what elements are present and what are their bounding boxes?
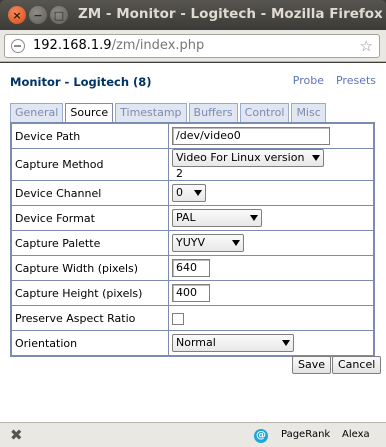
table-row: Orientation Normal [11,330,374,356]
table-row: Device Path /dev/video0 [11,123,374,149]
preserve-aspect-label: Preserve Aspect Ratio [11,305,169,331]
window-controls: × − □ [8,6,68,24]
chevron-down-icon [194,190,202,196]
capture-method-select[interactable]: Video For Linux version 2 [172,149,324,180]
tab-buffers[interactable]: Buffers [188,103,238,122]
window-title: ZM - Monitor - Logitech - Mozilla Firefo… [78,6,383,22]
url-input[interactable]: 192.168.1.9/zm/index.php ☆ [4,34,380,58]
chevron-down-icon [312,155,320,161]
table-row: Device Format PAL [11,205,374,231]
capture-width-label: Capture Width (pixels) [11,255,169,281]
window-close-button[interactable]: × [8,6,26,24]
preserve-aspect-cell [168,305,374,331]
page-content: Monitor - Logitech (8) Probe Presets Gen… [0,63,386,422]
orientation-label: Orientation [11,330,169,356]
chevron-down-icon [282,340,290,346]
tab-control[interactable]: Control [239,103,290,122]
capture-palette-label: Capture Palette [11,230,169,256]
pagerank-label[interactable]: PageRank [281,429,330,440]
capture-width-cell: 640 [168,255,374,281]
device-format-value: PAL [176,211,196,224]
capture-palette-value: YUYV [176,236,206,249]
window-minimize-button[interactable]: − [29,6,47,24]
table-row: Capture Palette YUYV [11,230,374,256]
capture-height-cell: 400 [168,280,374,306]
navigation-toolbar: 192.168.1.9/zm/index.php ☆ [0,30,386,62]
table-row: Device Channel 0 [11,180,374,206]
capture-method-label: Capture Method [11,148,169,181]
cancel-button[interactable]: Cancel [332,356,382,374]
device-channel-value: 0 [176,186,183,199]
window-maximize-button[interactable]: □ [50,6,68,24]
table-row: Capture Height (pixels) 400 [11,280,374,306]
tab-general[interactable]: General [10,103,64,122]
device-path-label: Device Path [11,123,169,149]
capture-height-input[interactable]: 400 [172,284,210,302]
alexa-label[interactable]: Alexa [342,429,370,440]
url-path: /zm/index.php [111,38,205,53]
device-format-select[interactable]: PAL [172,209,262,227]
capture-width-input[interactable]: 640 [172,259,210,277]
capture-height-label: Capture Height (pixels) [11,280,169,306]
close-icon[interactable]: ✖ [10,426,23,444]
capture-method-value: Video For Linux version 2 [176,151,305,180]
source-settings-form: Device Path /dev/video0 Capture Method V… [10,122,375,357]
device-format-label: Device Format [11,205,169,231]
tab-misc[interactable]: Misc [291,103,326,122]
preserve-aspect-checkbox[interactable] [172,312,184,325]
chevron-down-icon [250,215,258,221]
orientation-value: Normal [176,336,216,349]
globe-icon [11,39,25,53]
device-channel-label: Device Channel [11,180,169,206]
probe-link[interactable]: Probe [293,74,324,87]
top-links: Probe Presets [293,74,376,87]
orientation-cell: Normal [168,330,374,356]
tab-source[interactable]: Source [65,103,114,123]
orientation-select[interactable]: Normal [172,334,294,352]
settings-table: Device Path /dev/video0 Capture Method V… [11,123,374,356]
capture-method-cell: Video For Linux version 2 [168,148,374,181]
status-bar: ✖ @ PageRank Alexa [0,422,386,447]
device-path-input[interactable]: /dev/video0 [172,127,330,145]
save-button[interactable]: Save [292,356,332,374]
capture-palette-cell: YUYV [168,230,374,256]
device-channel-cell: 0 [168,180,374,206]
url-host: 192.168.1.9 [33,38,112,53]
device-format-cell: PAL [168,205,374,231]
table-row: Preserve Aspect Ratio [11,305,374,331]
chevron-down-icon [232,240,240,246]
table-row: Capture Width (pixels) 640 [11,255,374,281]
presets-link[interactable]: Presets [336,74,376,87]
tab-bar: General Source Timestamp Buffers Control… [10,103,326,123]
bookmark-star-icon[interactable]: ☆ [360,37,373,55]
page-title: Monitor - Logitech (8) [10,75,152,89]
device-channel-select[interactable]: 0 [172,184,206,202]
device-path-cell: /dev/video0 [168,123,374,149]
table-row: Capture Method Video For Linux version 2 [11,148,374,181]
addon-badge-icon[interactable]: @ [254,429,268,443]
url-text: 192.168.1.9/zm/index.php [33,38,204,53]
capture-palette-select[interactable]: YUYV [172,234,244,252]
window-titlebar: × − □ ZM - Monitor - Logitech - Mozilla … [0,0,386,30]
tab-timestamp[interactable]: Timestamp [115,103,187,122]
